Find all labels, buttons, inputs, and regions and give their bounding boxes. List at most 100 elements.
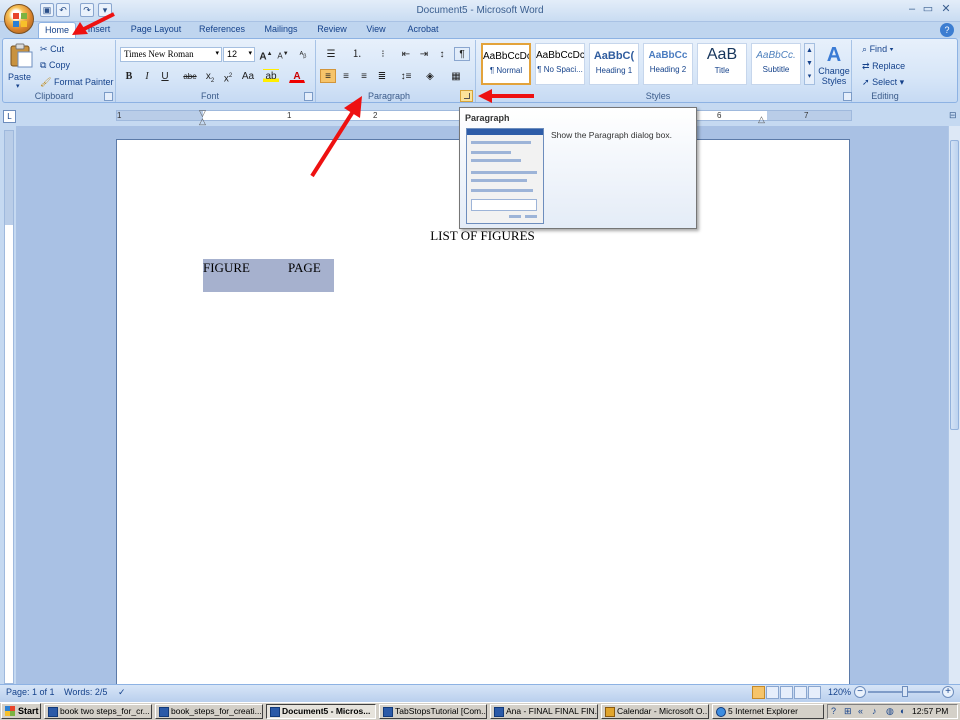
align-center-icon[interactable]: ≡	[338, 69, 354, 83]
taskbar-item[interactable]: book two steps_for_cr...	[44, 704, 152, 719]
start-button[interactable]: Start	[1, 703, 41, 719]
shading-icon[interactable]: ◈	[420, 69, 440, 83]
scrollbar-thumb[interactable]	[950, 140, 959, 430]
close-button[interactable]: ✕	[938, 3, 954, 17]
style-title[interactable]: AaB Title	[697, 43, 747, 85]
vertical-scrollbar[interactable]	[948, 126, 960, 684]
cut-button[interactable]: ✂ Cut	[40, 44, 64, 55]
find-button[interactable]: ⌕ Find ▾	[862, 44, 893, 55]
increase-indent-icon[interactable]: ⇥	[416, 47, 432, 61]
taskbar-item[interactable]: TabStopsTutorial [Com...	[379, 704, 487, 719]
clipboard-dialog-launcher[interactable]	[104, 92, 113, 101]
multilevel-list-icon[interactable]: ⁝	[372, 47, 394, 61]
save-icon[interactable]: ▣	[40, 3, 54, 17]
maximize-button[interactable]: ▭	[920, 3, 936, 17]
superscript-icon[interactable]: x2	[220, 69, 236, 84]
select-label: Select	[872, 77, 898, 87]
paste-button[interactable]: Paste ▾	[8, 42, 36, 90]
taskbar-item[interactable]: Calendar - Microsoft O...	[601, 704, 709, 719]
taskbar-item[interactable]: 5 Internet Explorer	[712, 704, 824, 719]
taskbar-item[interactable]: Ana - FINAL FINAL FIN...	[490, 704, 598, 719]
replace-button[interactable]: ⇄ Replace	[862, 61, 905, 72]
font-color-icon[interactable]: A	[289, 69, 305, 83]
print-layout-icon[interactable]	[752, 686, 765, 699]
tab-references[interactable]: References	[194, 22, 250, 38]
format-painter-button[interactable]: 🖌 Format Painter	[40, 77, 113, 88]
copy-button[interactable]: ⧉ Copy	[40, 60, 70, 71]
change-case-button[interactable]: Aa	[238, 69, 258, 83]
style-no-spacing[interactable]: AaBbCcDc ¶ No Spaci...	[535, 43, 585, 85]
tab-view[interactable]: View	[360, 22, 392, 38]
bold-icon[interactable]: B	[121, 69, 137, 83]
draft-icon[interactable]	[808, 686, 821, 699]
select-button[interactable]: ➚ Select ▾	[862, 77, 904, 88]
network-icon[interactable]: ⊞	[844, 706, 852, 717]
strikethrough-icon[interactable]: abe	[182, 69, 198, 83]
font-family-select[interactable]: Times New Roman ▾	[120, 47, 222, 62]
help-icon[interactable]: ?	[940, 23, 954, 37]
clear-formatting-icon[interactable]: ᴬᵦ	[295, 47, 311, 61]
zoom-level[interactable]: 120%	[828, 687, 851, 697]
minimize-button[interactable]: –	[904, 3, 920, 17]
security-icon[interactable]: ◍	[886, 706, 894, 717]
align-left-icon[interactable]: ≡	[320, 69, 336, 83]
style-normal[interactable]: AaBbCcDc ¶ Normal	[481, 43, 531, 85]
zoom-in-icon[interactable]: +	[942, 686, 954, 698]
start-label: Start	[18, 706, 39, 716]
chevron-down-icon[interactable]: ▾	[215, 49, 219, 57]
align-right-icon[interactable]: ≡	[356, 69, 372, 83]
office-button[interactable]	[4, 4, 34, 34]
tab-mailings[interactable]: Mailings	[258, 22, 304, 38]
style-subtitle[interactable]: AaBbCc. Subtitle	[751, 43, 801, 85]
highlight-icon[interactable]: ab	[263, 69, 279, 83]
volume-icon[interactable]: ♪	[872, 706, 877, 716]
numbering-icon[interactable]: ⒈	[346, 47, 368, 61]
chevron-down-icon[interactable]: ▾	[248, 49, 252, 57]
view-ruler-icon[interactable]: ⊟	[949, 110, 959, 123]
sort-icon[interactable]: ↕	[434, 47, 450, 61]
tab-page-layout[interactable]: Page Layout	[126, 22, 186, 38]
vertical-ruler[interactable]	[4, 130, 14, 684]
style-sample: AaB	[706, 46, 738, 63]
list-of-figures-heading[interactable]: LIST OF FIGURES	[0, 228, 960, 244]
zoom-out-icon[interactable]: −	[854, 686, 866, 698]
full-screen-reading-icon[interactable]	[766, 686, 779, 699]
help-tray-icon[interactable]: ?	[831, 706, 836, 716]
zoom-slider-thumb[interactable]	[902, 686, 908, 697]
styles-dialog-launcher[interactable]	[843, 92, 852, 101]
copy-label: Copy	[48, 60, 70, 70]
line-spacing-icon[interactable]: ↕≡	[396, 69, 416, 83]
bullets-icon[interactable]: ☰	[320, 47, 342, 61]
tray-app-icon[interactable]: ◐	[900, 706, 905, 716]
underline-icon[interactable]: U	[157, 69, 173, 83]
grow-font-icon[interactable]: A▲	[258, 47, 274, 62]
shrink-font-icon[interactable]: A▼	[275, 47, 291, 61]
borders-icon[interactable]: ▦	[446, 69, 466, 83]
tab-selector[interactable]: L	[3, 110, 16, 123]
font-size-select[interactable]: 12 ▾	[223, 47, 255, 62]
selected-text-row[interactable]: FIGURE PAGE	[203, 259, 334, 292]
change-styles-button[interactable]: A Change Styles	[818, 44, 850, 86]
subscript-icon[interactable]: x2	[202, 69, 218, 84]
style-heading-1[interactable]: AaBbC( Heading 1	[589, 43, 639, 85]
justify-icon[interactable]: ≣	[374, 69, 390, 83]
expand-tray-icon[interactable]: «	[858, 706, 863, 716]
taskbar-item-active[interactable]: Document5 - Micros...	[266, 704, 376, 719]
proofing-icon[interactable]: ✓	[118, 687, 126, 698]
show-formatting-marks-icon[interactable]: ¶	[454, 47, 470, 61]
right-indent-marker[interactable]: △	[758, 114, 765, 125]
tab-acrobat[interactable]: Acrobat	[400, 22, 446, 38]
styles-scroll-control[interactable]: ▲ ▼ ▾	[804, 43, 815, 85]
decrease-indent-icon[interactable]: ⇤	[398, 47, 414, 61]
web-layout-icon[interactable]	[780, 686, 793, 699]
italic-icon[interactable]: I	[139, 69, 155, 83]
taskbar-item[interactable]: book_steps_for_creati...	[155, 704, 263, 719]
ruler-number: 1	[117, 111, 122, 120]
outline-icon[interactable]	[794, 686, 807, 699]
word-count[interactable]: Words: 2/5	[64, 687, 107, 697]
style-heading-2[interactable]: AaBbCc Heading 2	[643, 43, 693, 85]
tab-review[interactable]: Review	[312, 22, 352, 38]
paste-dropdown-icon[interactable]: ▾	[16, 82, 36, 90]
page-count[interactable]: Page: 1 of 1	[6, 687, 55, 697]
paragraph-dialog-launcher[interactable]	[460, 90, 473, 102]
